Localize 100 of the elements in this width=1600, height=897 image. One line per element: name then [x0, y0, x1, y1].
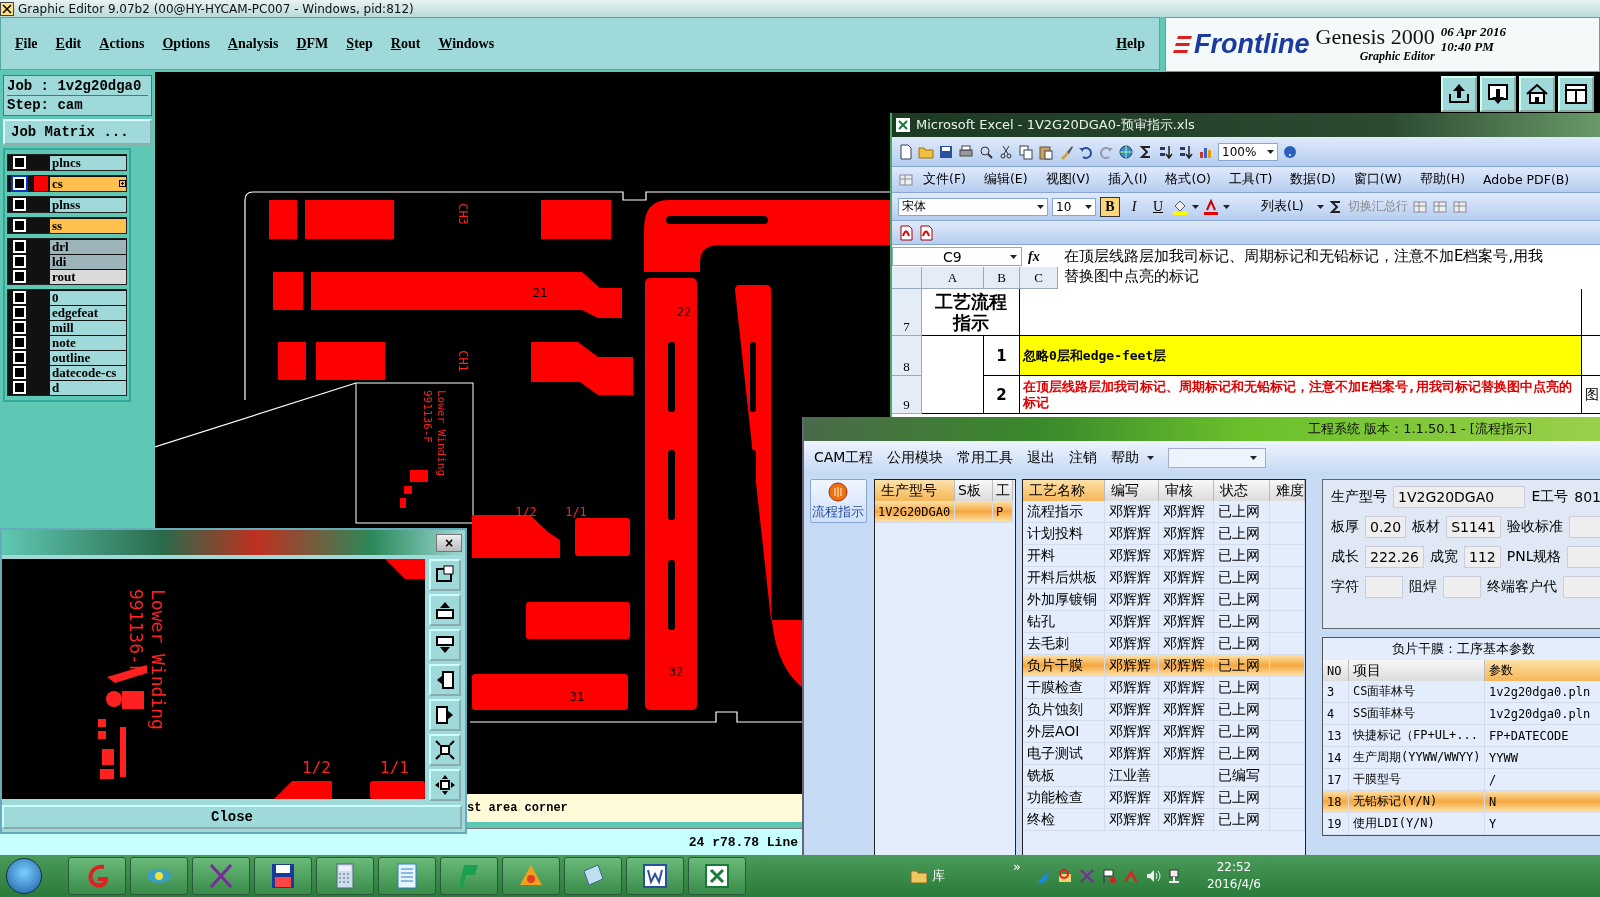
- table-cell[interactable]: 生产周期(YYWW/WWYY): [1349, 747, 1485, 769]
- input-field[interactable]: 112: [1464, 546, 1501, 568]
- table-cell[interactable]: FP+DATECODE: [1485, 725, 1600, 747]
- menu-item[interactable]: 视图(V): [1036, 169, 1099, 190]
- column-header[interactable]: S板: [955, 480, 993, 501]
- toolbar-button[interactable]: 库: [910, 867, 945, 885]
- caret-icon[interactable]: [1192, 204, 1199, 209]
- row-header[interactable]: 9: [892, 376, 922, 414]
- table-cell[interactable]: 邓辉辉: [1159, 809, 1214, 831]
- layer-item[interactable]: datecode-cs: [50, 365, 126, 380]
- table-cell[interactable]: 3: [1323, 681, 1349, 703]
- caret-icon[interactable]: [1223, 204, 1230, 209]
- layer-item[interactable]: d: [50, 380, 126, 395]
- table-cell[interactable]: 邓辉辉: [1159, 545, 1214, 567]
- table-cell[interactable]: 邓辉辉: [1105, 545, 1159, 567]
- layer-checkbox[interactable]: [13, 177, 26, 190]
- table-cell[interactable]: 邓辉辉: [1105, 787, 1159, 809]
- sort-icon[interactable]: [1158, 143, 1174, 160]
- menu-item[interactable]: Windows: [438, 35, 495, 52]
- table-cell[interactable]: 已上网: [1214, 721, 1270, 743]
- layer-checkbox[interactable]: [13, 381, 26, 394]
- name-box[interactable]: C9: [892, 247, 1022, 266]
- table-cell[interactable]: 已上网: [1214, 787, 1270, 809]
- column-header[interactable]: A: [922, 267, 984, 289]
- taskbar-button[interactable]: [316, 857, 374, 895]
- table-cell[interactable]: 邓辉辉: [1105, 721, 1159, 743]
- caret-icon[interactable]: [1085, 204, 1092, 209]
- layer-checkbox[interactable]: [13, 336, 26, 349]
- table-cell[interactable]: 邓辉辉: [1105, 589, 1159, 611]
- printer-icon[interactable]: [958, 143, 974, 160]
- column-header[interactable]: 生产型号: [875, 480, 955, 501]
- speaker-icon[interactable]: [1144, 868, 1161, 884]
- table-cell[interactable]: 外加厚镀铜: [1023, 589, 1105, 611]
- view-button[interactable]: [429, 734, 461, 767]
- layer-item[interactable]: plnss: [50, 197, 126, 212]
- menu-item[interactable]: 格式(O): [1156, 169, 1220, 190]
- menu-item[interactable]: 插入(I): [1098, 169, 1157, 190]
- menu-item[interactable]: CAM工程: [814, 449, 874, 467]
- caret-icon[interactable]: [1250, 456, 1258, 460]
- layer-checkbox[interactable]: [13, 306, 26, 319]
- table-cell[interactable]: 已上网: [1214, 743, 1270, 765]
- menu-item[interactable]: 窗口(W): [1344, 169, 1411, 190]
- table-cell[interactable]: 邓辉辉: [1159, 787, 1214, 809]
- table-cell[interactable]: 电子测试: [1023, 743, 1105, 765]
- view-button[interactable]: [429, 699, 461, 732]
- table-cell[interactable]: 铣板: [1023, 765, 1105, 787]
- menu-item[interactable]: File: [15, 35, 38, 52]
- layer-checkbox[interactable]: [13, 255, 26, 268]
- menu-item[interactable]: Options: [162, 35, 210, 52]
- table-cell[interactable]: 邓辉辉: [1159, 611, 1214, 633]
- layer-checkbox[interactable]: [13, 156, 26, 169]
- menu-item[interactable]: Rout: [390, 35, 421, 52]
- magnifier-icon[interactable]: [978, 143, 994, 160]
- table-cell[interactable]: 使用LDI(Y/N): [1349, 813, 1485, 835]
- table-cell[interactable]: 已上网: [1214, 567, 1270, 589]
- table-cell[interactable]: 1V2G20DGA0: [875, 501, 955, 523]
- menu-item[interactable]: 工具(T): [1219, 169, 1282, 190]
- layer-item[interactable]: note: [50, 335, 126, 350]
- menu-item[interactable]: 帮助: [1111, 449, 1155, 467]
- menu-item[interactable]: DFM: [296, 35, 329, 52]
- column-header[interactable]: 项目: [1349, 660, 1485, 681]
- document-icon[interactable]: [898, 143, 914, 160]
- layer-checkbox[interactable]: [13, 198, 26, 211]
- table-cell[interactable]: 邓辉辉: [1159, 567, 1214, 589]
- column-header[interactable]: 难度: [1270, 480, 1305, 501]
- font-color-icon[interactable]: [1203, 198, 1219, 215]
- list-menu[interactable]: 列表(L): [1252, 196, 1313, 217]
- zoom-field[interactable]: 100%: [1218, 142, 1278, 161]
- table-cell[interactable]: 功能检查: [1023, 787, 1105, 809]
- table-cell[interactable]: 邓辉辉: [1105, 743, 1159, 765]
- layer-item[interactable]: mill: [50, 320, 126, 335]
- layer-item[interactable]: 0: [50, 290, 126, 305]
- table-cell[interactable]: 邓辉辉: [1105, 501, 1159, 523]
- layer-checkbox[interactable]: [13, 351, 26, 364]
- menu-item[interactable]: 退出: [1027, 449, 1056, 467]
- input-field[interactable]: [1568, 516, 1600, 538]
- input-field[interactable]: [1567, 546, 1600, 568]
- table-cell[interactable]: 1v2g20dga0.pln: [1485, 681, 1600, 703]
- expand-icon[interactable]: [119, 180, 126, 187]
- input-field[interactable]: 222.26: [1365, 546, 1424, 568]
- help-icon[interactable]: [1282, 143, 1298, 160]
- view-button[interactable]: [429, 664, 461, 697]
- input-field[interactable]: S1141: [1446, 516, 1501, 538]
- sort-icon[interactable]: [1178, 143, 1194, 160]
- table-cell[interactable]: YYWW: [1485, 747, 1600, 769]
- caret-icon[interactable]: [1037, 204, 1044, 209]
- column-header[interactable]: C: [1020, 267, 1058, 289]
- menu-item[interactable]: 常用工具: [957, 449, 1014, 467]
- view-button[interactable]: [429, 769, 461, 802]
- menu-item[interactable]: Step: [346, 35, 373, 52]
- view-button[interactable]: [429, 559, 461, 592]
- taskbar-button[interactable]: [254, 857, 312, 895]
- table-cell[interactable]: 邓辉辉: [1159, 523, 1214, 545]
- menu-item[interactable]: 帮助(H): [1410, 169, 1475, 190]
- table-cell[interactable]: 已上网: [1214, 677, 1270, 699]
- input-field[interactable]: 0.20: [1365, 516, 1407, 538]
- table-cell[interactable]: 开料后烘板: [1023, 567, 1105, 589]
- row-header[interactable]: 7: [892, 289, 922, 336]
- table-cell[interactable]: 负片蚀刻: [1023, 699, 1105, 721]
- row-header[interactable]: 8: [892, 336, 922, 376]
